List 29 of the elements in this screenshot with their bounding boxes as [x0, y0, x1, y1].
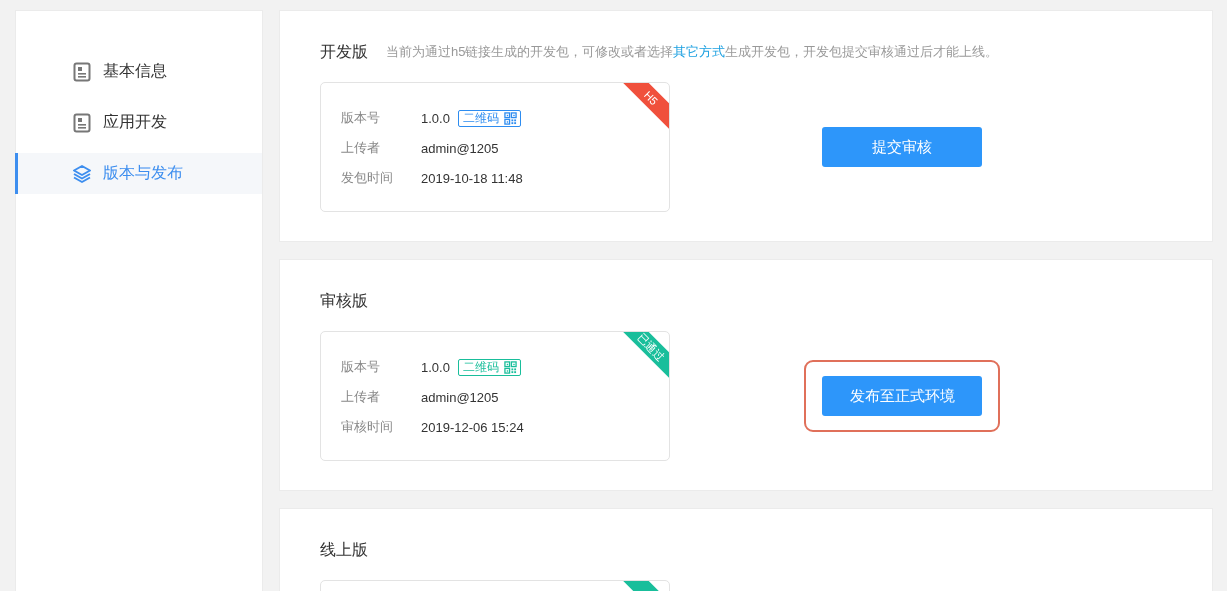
section-title: 审核版	[320, 290, 368, 311]
link[interactable]: 其它方式	[673, 44, 726, 59]
document-icon	[72, 112, 92, 133]
sidebar-item[interactable]: 基本信息	[16, 51, 262, 92]
action-button[interactable]: 发布至正式环境	[822, 376, 982, 416]
section-title: 线上版	[320, 539, 368, 560]
field-label: 上传者	[341, 139, 381, 157]
qr-code-icon	[503, 360, 517, 374]
field-label: 发包时间	[341, 169, 394, 187]
action-button[interactable]: 提交审核	[822, 127, 982, 167]
section-title: 开发版	[320, 41, 368, 62]
field-value: 2019-12-06 15:24	[421, 419, 524, 435]
document-icon	[72, 61, 92, 82]
field-label: 上传者	[341, 388, 381, 406]
field-value: 1.0.0	[421, 359, 450, 375]
field-value: 2019-10-18 11:48	[421, 170, 523, 186]
field-label: 版本号	[341, 109, 381, 127]
qr-code-icon	[503, 111, 517, 125]
field-label: 审核时间	[341, 418, 394, 436]
layers-icon	[72, 163, 92, 184]
qr-code-link[interactable]: 二维码	[457, 358, 521, 376]
sidebar-item[interactable]: 应用开发	[16, 102, 262, 143]
field-value: 1.0.0	[421, 110, 450, 126]
field-value: admin@1205	[421, 389, 499, 405]
field-label: 版本号	[341, 358, 381, 376]
sidebar-item[interactable]: 版本与发布	[16, 153, 262, 194]
description-text: 当前为通过h5链接生成的开发包，可修改或者选择其它方式生成开发包，开发包提交审核通过后才能上线。	[386, 43, 999, 61]
field-value: admin@1205	[421, 140, 499, 156]
qr-code-link[interactable]: 二维码	[457, 109, 521, 127]
